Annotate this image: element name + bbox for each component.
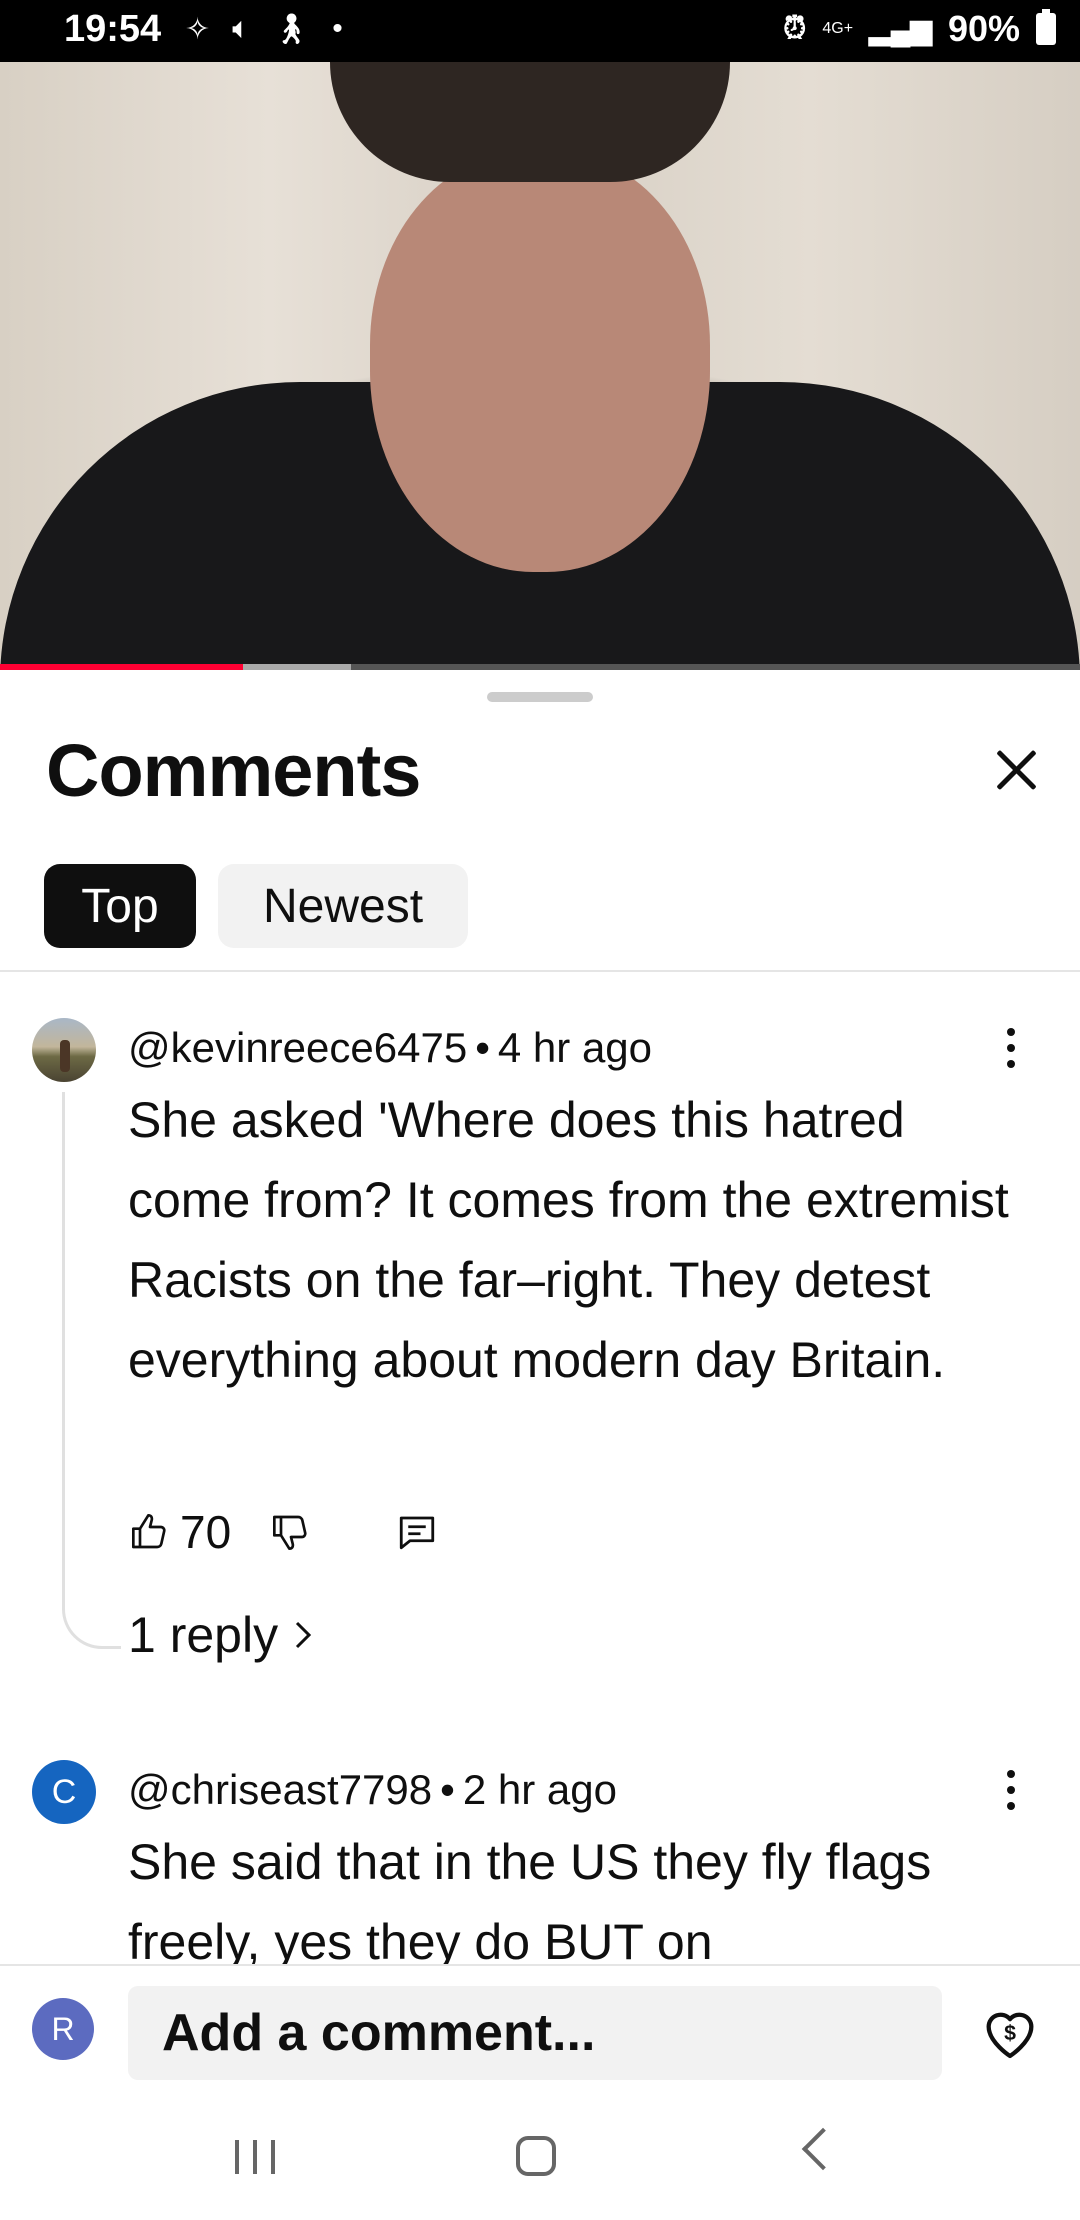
- comment: C @chriseast7798 • 2 hr ago She said that …: [0, 1760, 1080, 1964]
- status-time: 19:54: [64, 8, 162, 50]
- comment-text: She asked 'Where does this hatred come f…: [128, 1092, 1009, 1388]
- meta-separator: •: [475, 1024, 490, 1071]
- chip-newest[interactable]: Newest: [218, 864, 468, 948]
- progress-played: [0, 664, 243, 670]
- comment-meta: @chriseast7798 • 2 hr ago: [128, 1766, 617, 1814]
- chip-top[interactable]: Top: [44, 864, 196, 948]
- more-options-icon[interactable]: [1006, 1028, 1016, 1068]
- network-type: 4G+: [822, 20, 854, 37]
- video-player[interactable]: [0, 62, 1080, 668]
- home-icon[interactable]: [516, 2136, 556, 2176]
- comment-text: She said that in the US they fly flags f…: [128, 1834, 932, 1964]
- replies-count: 1 reply: [128, 1607, 279, 1663]
- avatar[interactable]: C: [32, 1760, 96, 1824]
- reply-icon[interactable]: [395, 1510, 439, 1554]
- svg-text:$: $: [1004, 2021, 1016, 2045]
- more-options-icon[interactable]: [1006, 1770, 1016, 1810]
- status-bar: 19:54 ✧ 🔈︎ 🚶︎ • ⏰︎ 4G+ ▂▄▆ 90%: [0, 0, 1080, 62]
- my-avatar[interactable]: R: [32, 1998, 94, 2060]
- sheet-title: Comments: [46, 729, 421, 812]
- comment-author[interactable]: @kevinreece6475: [128, 1024, 467, 1071]
- voice-ai-icon: ✧: [185, 13, 211, 46]
- thread-line: [62, 1092, 121, 1649]
- chevron-right-icon: [296, 1621, 312, 1649]
- comment-actions: 70: [128, 1502, 439, 1562]
- drag-handle[interactable]: [487, 692, 593, 702]
- divider: [0, 970, 1080, 972]
- volume-icon: 🔈︎: [232, 12, 251, 45]
- dot-icon: •: [332, 12, 343, 45]
- battery-icon: [1036, 9, 1056, 45]
- signal-icon: ▂▄▆: [869, 13, 932, 45]
- add-comment-input[interactable]: Add a comment...: [128, 1986, 942, 2080]
- battery-level: 90%: [947, 8, 1020, 49]
- thumbs-down-icon[interactable]: [269, 1510, 313, 1554]
- status-right: ⏰︎ 4G+ ▂▄▆ 90%: [783, 8, 1056, 50]
- back-icon[interactable]: [801, 2127, 845, 2171]
- video-subject-face: [370, 152, 710, 572]
- comment-time: 4 hr ago: [497, 1024, 653, 1071]
- add-comment-bar: R Add a comment... $: [0, 1964, 1080, 2088]
- super-thanks-icon[interactable]: $: [978, 2000, 1042, 2064]
- alarm-icon: ⏰︎: [782, 12, 807, 45]
- close-button[interactable]: [994, 748, 1038, 792]
- meta-separator: •: [440, 1766, 455, 1813]
- avatar[interactable]: [32, 1018, 96, 1082]
- thumbs-up-icon[interactable]: [128, 1510, 172, 1554]
- like-count: 70: [180, 1506, 232, 1558]
- video-progress-bar[interactable]: [0, 664, 1080, 670]
- accessibility-icon: 🚶︎: [272, 13, 311, 46]
- comment-author[interactable]: @chriseast7798: [128, 1766, 432, 1813]
- status-left-icons: ✧ 🔈︎ 🚶︎ •: [185, 12, 343, 47]
- replies-link[interactable]: 1 reply: [128, 1606, 314, 1664]
- comment-time: 2 hr ago: [462, 1766, 617, 1813]
- recent-apps-icon[interactable]: [235, 2140, 275, 2174]
- comment-meta: @kevinreece6475 • 4 hr ago: [128, 1024, 652, 1072]
- system-nav-bar: [0, 2086, 1080, 2220]
- video-subject-hair: [330, 62, 730, 182]
